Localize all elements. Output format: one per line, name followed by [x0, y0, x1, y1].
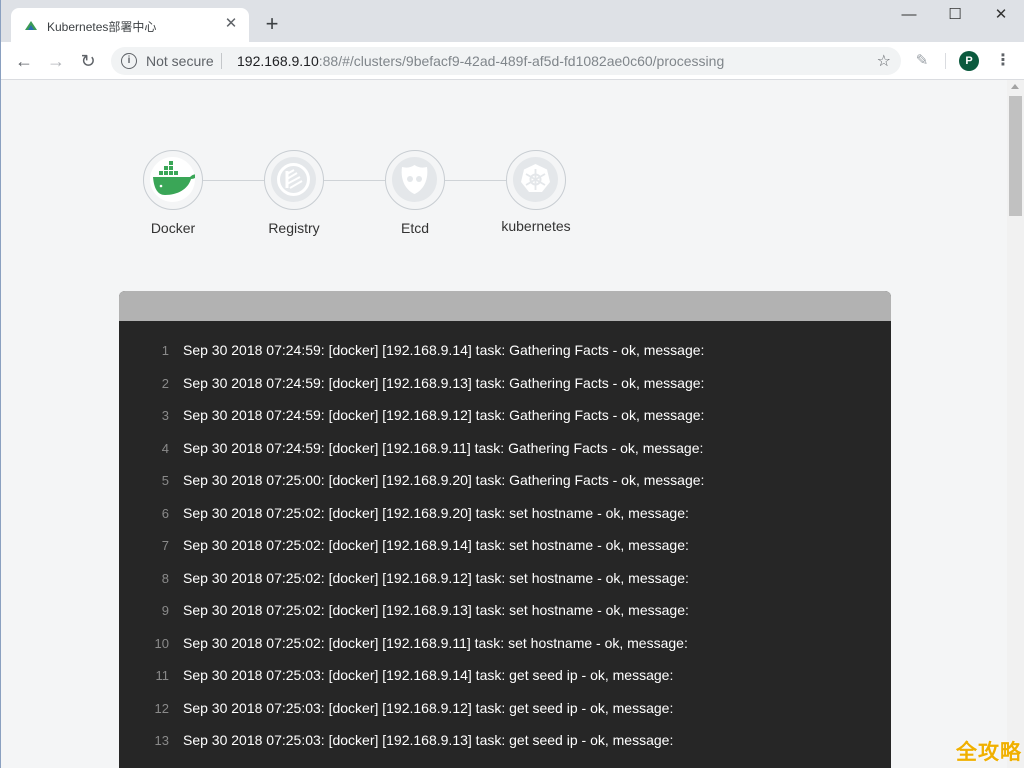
- browser-tab-active[interactable]: Kubernetes部署中心 ✕: [11, 8, 249, 42]
- browser-menu-icon[interactable]: ⋮: [995, 51, 1011, 71]
- log-line-number: 4: [161, 440, 169, 456]
- toolbar-divider: [945, 53, 946, 69]
- scrollbar-thumb[interactable]: [1009, 96, 1022, 216]
- docker-whale-icon: [153, 161, 195, 195]
- log-line: 13 Sep 30 2018 07:25:03: [docker] [192.16…: [119, 731, 891, 753]
- reload-icon[interactable]: ↻: [77, 50, 99, 72]
- log-line-text: Sep 30 2018 07:24:59: [docker] [192.168.…: [183, 342, 705, 358]
- log-line-text: Sep 30 2018 07:24:59: [docker] [192.168.…: [183, 374, 705, 391]
- new-tab-button[interactable]: +: [261, 13, 283, 35]
- window-close-button[interactable]: ✕: [978, 0, 1024, 30]
- step-connector: [445, 180, 506, 181]
- back-arrow-icon[interactable]: ←: [13, 50, 35, 72]
- log-line-text: Sep 30 2018 07:25:02: [docker] [192.168.…: [183, 602, 689, 618]
- browser-toolbar: ← → ↻ i Not secure 192.168.9.10:88/#/clu…: [1, 42, 1024, 80]
- step-inner: [392, 157, 437, 202]
- step-circle: [264, 150, 324, 210]
- window-minimize-button[interactable]: —: [886, 0, 932, 30]
- log-line: 1 Sep 30 2018 07:24:59: [docker] [192.168…: [119, 341, 891, 363]
- log-line: 11 Sep 30 2018 07:25:03: [docker] [192.16…: [119, 666, 891, 688]
- forward-arrow-icon[interactable]: →: [45, 50, 67, 72]
- log-line-text: Sep 30 2018 07:25:02: [docker] [192.168.…: [183, 634, 688, 651]
- log-line-text: Sep 30 2018 07:25:03: [docker] [192.168.…: [183, 667, 674, 683]
- tab-close-icon[interactable]: ✕: [223, 16, 239, 32]
- info-icon[interactable]: i: [121, 53, 137, 69]
- log-line-number: 11: [155, 668, 170, 683]
- log-panel-header: [119, 291, 891, 321]
- security-status[interactable]: Not secure: [146, 53, 214, 69]
- step-inner: [513, 157, 558, 202]
- log-line-number: 3: [161, 408, 169, 423]
- log-line: 2 Sep 30 2018 07:24:59: [docker] [192.168…: [119, 374, 891, 396]
- log-line-text: Sep 30 2018 07:25:03: [docker] [192.168.…: [183, 699, 674, 716]
- log-line-number: 5: [161, 473, 169, 488]
- page-scrollbar[interactable]: [1007, 80, 1024, 768]
- log-line-number: 9: [161, 603, 169, 618]
- kubernetes-helm-icon: [521, 164, 550, 192]
- log-line-text: Sep 30 2018 07:25:02: [docker] [192.168.…: [183, 569, 689, 586]
- page-viewport: Docker Registry Etcd kubernetes 1 Sep 30…: [2, 80, 1007, 768]
- log-line: 6 Sep 30 2018 07:25:02: [docker] [192.168…: [119, 504, 891, 526]
- address-bar[interactable]: i Not secure 192.168.9.10:88/#/clusters/…: [111, 47, 901, 75]
- log-line: 7 Sep 30 2018 07:25:02: [docker] [192.168…: [119, 536, 891, 558]
- log-line-number: 12: [154, 700, 169, 716]
- step-connector: [203, 180, 264, 181]
- extension-icon[interactable]: ✎: [913, 52, 931, 70]
- log-line-text: Sep 30 2018 07:24:59: [docker] [192.168.…: [183, 407, 705, 423]
- tab-title: Kubernetes部署中心: [47, 20, 157, 34]
- deployment-log-panel: 1 Sep 30 2018 07:24:59: [docker] [192.168…: [119, 291, 891, 768]
- url-text[interactable]: 192.168.9.10:88/#/clusters/9befacf9-42ad…: [237, 53, 724, 69]
- step-label: Docker: [150, 220, 196, 236]
- log-line: 10 Sep 30 2018 07:25:02: [docker] [192.16…: [119, 634, 891, 656]
- log-line: 3 Sep 30 2018 07:24:59: [docker] [192.168…: [119, 406, 891, 428]
- site-watermark: 全攻略: [956, 741, 1022, 764]
- log-line: 8 Sep 30 2018 07:25:02: [docker] [192.168…: [119, 569, 891, 591]
- log-line: 12 Sep 30 2018 07:25:03: [docker] [192.16…: [119, 699, 891, 721]
- step-circle: [506, 150, 566, 210]
- step-inner: [271, 157, 316, 202]
- log-line: 5 Sep 30 2018 07:25:00: [docker] [192.168…: [119, 471, 891, 493]
- step-circle: [143, 150, 203, 210]
- registry-icon: [277, 163, 310, 196]
- log-line: 4 Sep 30 2018 07:24:59: [docker] [192.168…: [119, 439, 891, 461]
- log-line-number: 6: [161, 505, 169, 521]
- log-line-text: Sep 30 2018 07:24:59: [docker] [192.168.…: [183, 439, 704, 456]
- url-path: :88/#/clusters/9befacf9-42ad-489f-af5d-f…: [318, 53, 725, 69]
- step-connector: [324, 180, 385, 181]
- log-line-number: 1: [161, 343, 169, 358]
- log-line-number: 2: [161, 375, 169, 391]
- browser-window: Kubernetes部署中心 ✕ + — ☐ ✕ ← → ↻ i Not sec…: [0, 0, 1024, 768]
- step-label: kubernetes: [501, 218, 571, 234]
- log-line-number: 10: [154, 635, 169, 651]
- app-favicon-icon: [25, 21, 37, 30]
- step-label: Etcd: [400, 220, 429, 236]
- bookmark-star-icon[interactable]: ☆: [877, 51, 891, 71]
- etcd-icon: [401, 165, 428, 194]
- log-line-text: Sep 30 2018 07:25:02: [docker] [192.168.…: [183, 537, 689, 553]
- log-line-text: Sep 30 2018 07:25:00: [docker] [192.168.…: [183, 472, 705, 488]
- log-line-number: 7: [161, 538, 169, 553]
- log-line-text: Sep 30 2018 07:25:02: [docker] [192.168.…: [183, 504, 689, 521]
- scroll-up-arrow-icon[interactable]: [1011, 84, 1019, 89]
- omnibox-divider: [221, 53, 222, 69]
- profile-avatar[interactable]: P: [959, 51, 979, 71]
- log-line: 9 Sep 30 2018 07:25:02: [docker] [192.168…: [119, 601, 891, 623]
- step-label: Registry: [268, 220, 320, 236]
- window-maximize-button[interactable]: ☐: [932, 0, 978, 30]
- log-line-number: 8: [161, 570, 169, 586]
- url-host: 192.168.9.10: [237, 53, 319, 69]
- step-inner: [150, 157, 195, 202]
- step-circle: [385, 150, 445, 210]
- log-line-number: 13: [154, 733, 169, 748]
- log-line-text: Sep 30 2018 07:25:03: [docker] [192.168.…: [183, 732, 674, 748]
- tab-strip: Kubernetes部署中心 ✕ + — ☐ ✕: [1, 0, 1024, 42]
